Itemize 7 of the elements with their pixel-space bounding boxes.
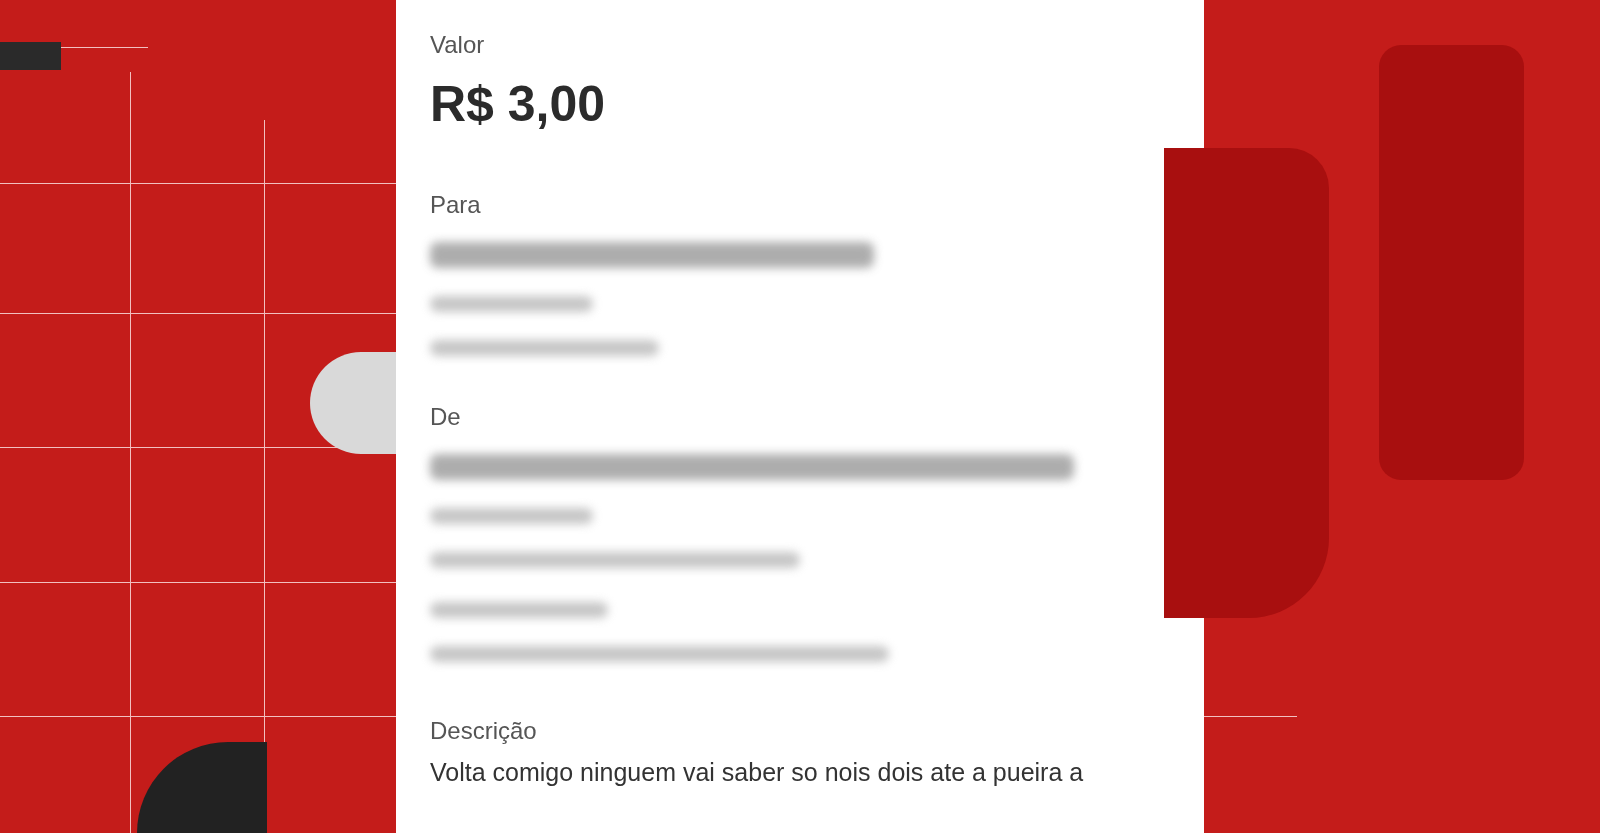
field-label: Descrição: [430, 716, 538, 746]
field-label: Para: [430, 190, 482, 220]
amount-value: R$ 3,00: [430, 75, 607, 134]
decor-bar: [0, 42, 61, 70]
description-text: Volta comigo ninguem vai saber so nois dois ate a pueira a: [430, 757, 1085, 788]
field-label: Valor: [430, 30, 486, 60]
field-label: De: [430, 402, 462, 432]
